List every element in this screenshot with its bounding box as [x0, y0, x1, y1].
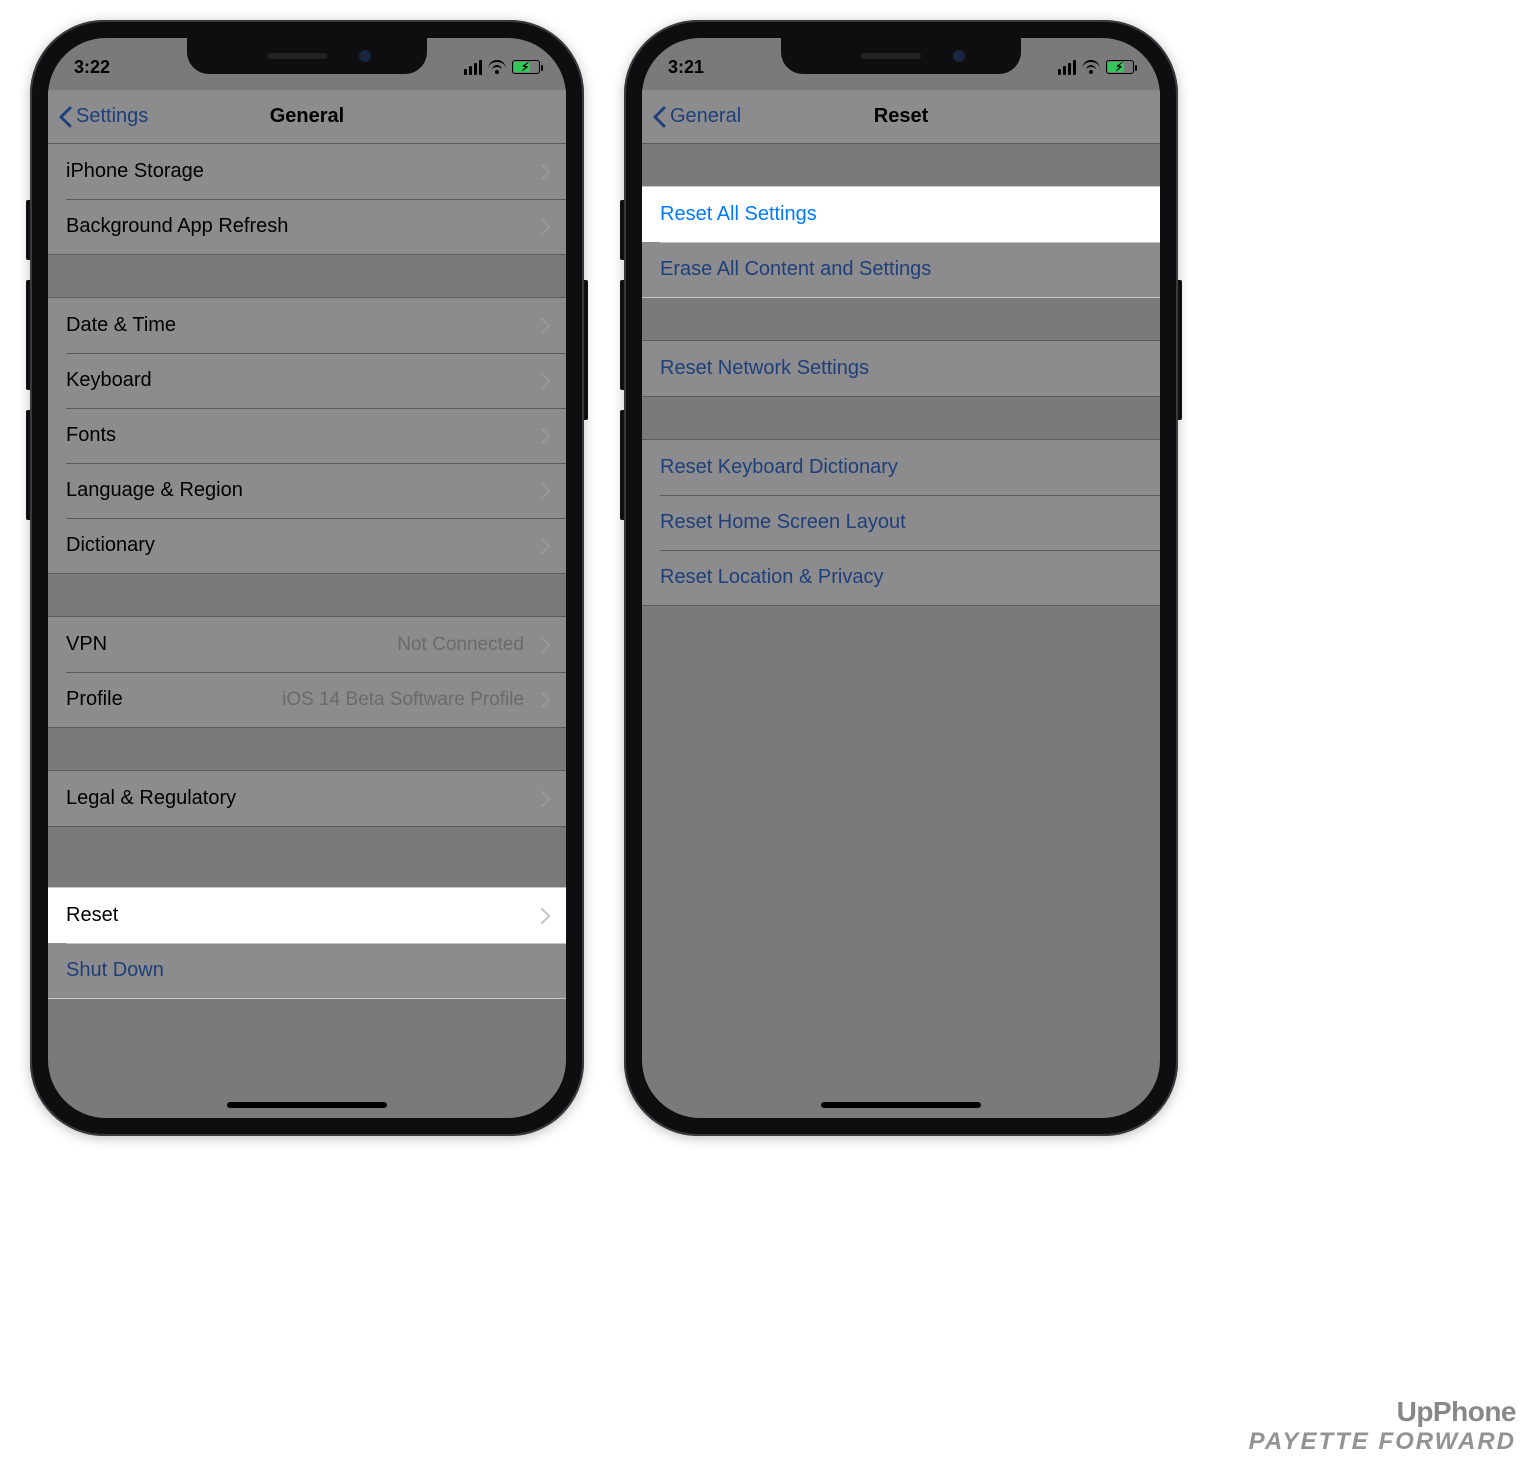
row-keyboard[interactable]: Keyboard: [48, 353, 566, 408]
row-label: Reset Location & Privacy: [660, 566, 1142, 589]
group-reset-erase: Reset All Settings Erase All Content and…: [642, 186, 1160, 298]
row-label: VPN: [66, 633, 397, 656]
row-date-time[interactable]: Date & Time: [48, 298, 566, 353]
watermark-line-2: PAYETTE FORWARD: [1249, 1428, 1516, 1456]
stage: 3:22 ⚡︎ Settings General iPhone Storage …: [0, 0, 1536, 1156]
row-label: Fonts: [66, 424, 530, 447]
home-indicator[interactable]: [821, 1102, 981, 1108]
chevron-left-icon: [58, 106, 72, 128]
screen-general: 3:22 ⚡︎ Settings General iPhone Storage …: [48, 38, 566, 1118]
notch: [187, 38, 427, 74]
row-background-app-refresh[interactable]: Background App Refresh: [48, 199, 566, 254]
row-label: Shut Down: [66, 959, 548, 982]
row-reset-location-privacy[interactable]: Reset Location & Privacy: [642, 550, 1160, 605]
back-label: General: [670, 105, 741, 128]
group-legal: Legal & Regulatory: [48, 770, 566, 827]
row-label: Reset Network Settings: [660, 357, 1142, 380]
chevron-left-icon: [652, 106, 666, 128]
watermark-line-1: UpPhone: [1249, 1396, 1516, 1428]
row-reset-all-settings[interactable]: Reset All Settings: [642, 187, 1160, 242]
row-shut-down[interactable]: Shut Down: [48, 943, 566, 998]
home-indicator[interactable]: [227, 1102, 387, 1108]
row-label: Legal & Regulatory: [66, 787, 530, 810]
group-reset: Reset Shut Down: [48, 887, 566, 999]
wifi-icon: [488, 60, 506, 74]
battery-icon: ⚡︎: [1106, 60, 1134, 74]
nav-title: Reset: [874, 105, 928, 128]
row-label: Background App Refresh: [66, 215, 530, 238]
row-erase-all-content[interactable]: Erase All Content and Settings: [642, 242, 1160, 297]
group-reset-network: Reset Network Settings: [642, 340, 1160, 397]
group-vpn: VPN Not Connected Profile iOS 14 Beta So…: [48, 616, 566, 728]
row-label: Keyboard: [66, 369, 530, 392]
notch: [781, 38, 1021, 74]
row-vpn[interactable]: VPN Not Connected: [48, 617, 566, 672]
row-label: Language & Region: [66, 479, 530, 502]
screen-reset: 3:21 ⚡︎ General Reset Reset All Settings…: [642, 38, 1160, 1118]
nav-bar: General Reset: [642, 90, 1160, 144]
group-locale: Date & Time Keyboard Fonts Language & Re…: [48, 297, 566, 574]
row-reset-keyboard-dictionary[interactable]: Reset Keyboard Dictionary: [642, 440, 1160, 495]
row-label: Erase All Content and Settings: [660, 258, 1142, 281]
row-iphone-storage[interactable]: iPhone Storage: [48, 144, 566, 199]
battery-icon: ⚡︎: [512, 60, 540, 74]
row-label: Reset: [66, 904, 530, 927]
row-reset-home-screen-layout[interactable]: Reset Home Screen Layout: [642, 495, 1160, 550]
group-storage: iPhone Storage Background App Refresh: [48, 144, 566, 255]
row-detail: iOS 14 Beta Software Profile: [282, 689, 524, 711]
row-dictionary[interactable]: Dictionary: [48, 518, 566, 573]
row-label: Date & Time: [66, 314, 530, 337]
row-label: Reset Keyboard Dictionary: [660, 456, 1142, 479]
row-reset[interactable]: Reset: [48, 888, 566, 943]
back-button[interactable]: Settings: [58, 105, 148, 128]
cellular-icon: [1058, 60, 1076, 75]
nav-title: General: [270, 105, 344, 128]
row-label: Dictionary: [66, 534, 530, 557]
row-label: iPhone Storage: [66, 160, 530, 183]
back-label: Settings: [76, 105, 148, 128]
group-reset-other: Reset Keyboard Dictionary Reset Home Scr…: [642, 439, 1160, 606]
phone-right: 3:21 ⚡︎ General Reset Reset All Settings…: [624, 20, 1178, 1136]
row-label: Reset All Settings: [660, 203, 1142, 226]
row-language-region[interactable]: Language & Region: [48, 463, 566, 518]
back-button[interactable]: General: [652, 105, 741, 128]
row-reset-network-settings[interactable]: Reset Network Settings: [642, 341, 1160, 396]
cellular-icon: [464, 60, 482, 75]
phone-left: 3:22 ⚡︎ Settings General iPhone Storage …: [30, 20, 584, 1136]
row-detail: Not Connected: [397, 634, 524, 656]
row-legal-regulatory[interactable]: Legal & Regulatory: [48, 771, 566, 826]
wifi-icon: [1082, 60, 1100, 74]
row-label: Reset Home Screen Layout: [660, 511, 1142, 534]
watermark: UpPhone PAYETTE FORWARD: [1249, 1396, 1516, 1456]
status-time: 3:22: [74, 57, 110, 78]
row-profile[interactable]: Profile iOS 14 Beta Software Profile: [48, 672, 566, 727]
status-time: 3:21: [668, 57, 704, 78]
row-fonts[interactable]: Fonts: [48, 408, 566, 463]
nav-bar: Settings General: [48, 90, 566, 144]
row-label: Profile: [66, 688, 282, 711]
